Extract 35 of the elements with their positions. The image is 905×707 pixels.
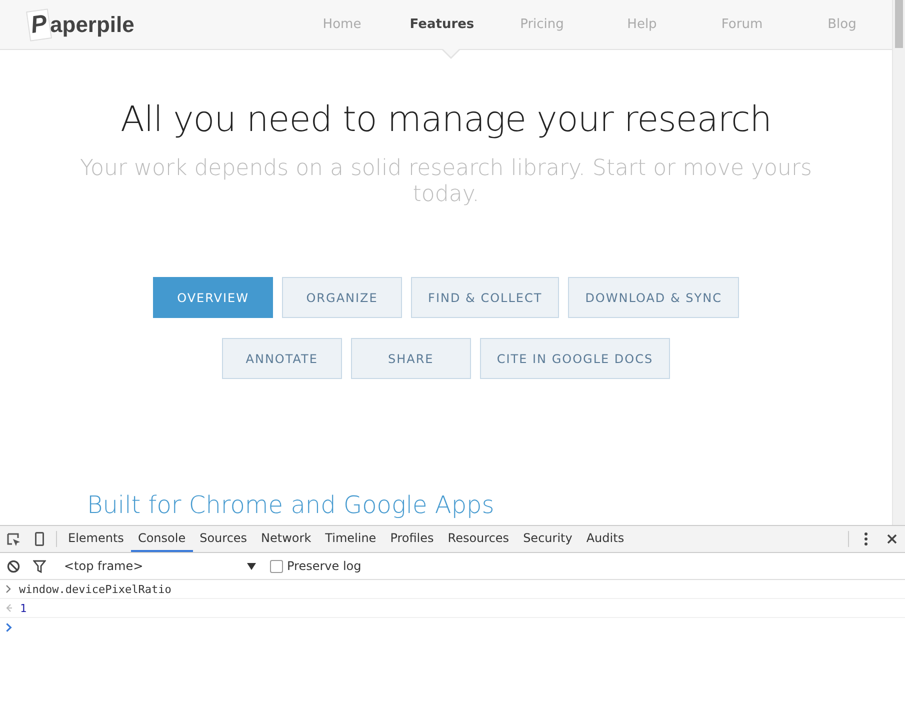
hero-title: All you need to manage your research	[120, 100, 772, 140]
devtools-tab[interactable]: Sources	[192, 526, 254, 552]
devtools-tab[interactable]: Audits	[579, 526, 632, 552]
feature-tab[interactable]: ORGANIZE	[282, 277, 402, 318]
inspect-icon[interactable]	[6, 532, 20, 546]
feature-tab[interactable]: FIND & COLLECT	[411, 277, 560, 318]
prompt-chevron-icon[interactable]	[6, 622, 12, 632]
devtools-tab[interactable]: Resources	[440, 526, 516, 552]
logo[interactable]: P aperpile	[28, 10, 269, 40]
feature-tab[interactable]: DOWNLOAD & SYNC	[568, 277, 739, 318]
devtools-tab[interactable]: Security	[516, 526, 580, 552]
input-chevron-icon	[6, 585, 11, 593]
context-select[interactable]: <top frame>	[60, 559, 260, 573]
nav-link[interactable]: Features	[392, 17, 492, 32]
clear-icon[interactable]	[6, 560, 20, 572]
more-icon[interactable]	[864, 532, 868, 546]
scrollbar[interactable]	[892, 0, 905, 525]
filter-icon[interactable]	[32, 560, 46, 572]
devtools-tab[interactable]: Timeline	[318, 526, 384, 552]
result-arrow-icon	[6, 604, 12, 612]
feature-tab[interactable]: SHARE	[350, 338, 471, 379]
preserve-log-checkbox[interactable]: Preserve log	[270, 559, 362, 573]
device-icon[interactable]	[34, 532, 44, 546]
feature-tab[interactable]: ANNOTATE	[222, 338, 342, 379]
devtools-tab[interactable]: Network	[254, 526, 318, 552]
hero-subtitle: Your work depends on a solid research library. Start or move yours today.	[79, 156, 813, 208]
feature-tab[interactable]: CITE IN GOOGLE DOCS	[480, 338, 670, 379]
section-heading: Built for Chrome and Google Apps	[87, 491, 496, 519]
command-text: window.devicePixelRatio	[19, 582, 172, 596]
devtools-tab[interactable]: Profiles	[383, 526, 441, 552]
devtools-tab[interactable]: Elements	[61, 526, 131, 552]
dropdown-caret-icon	[247, 562, 256, 570]
close-icon[interactable]	[887, 534, 897, 544]
result-value: 1	[20, 602, 27, 614]
devtools-tab[interactable]: Console	[130, 526, 193, 552]
